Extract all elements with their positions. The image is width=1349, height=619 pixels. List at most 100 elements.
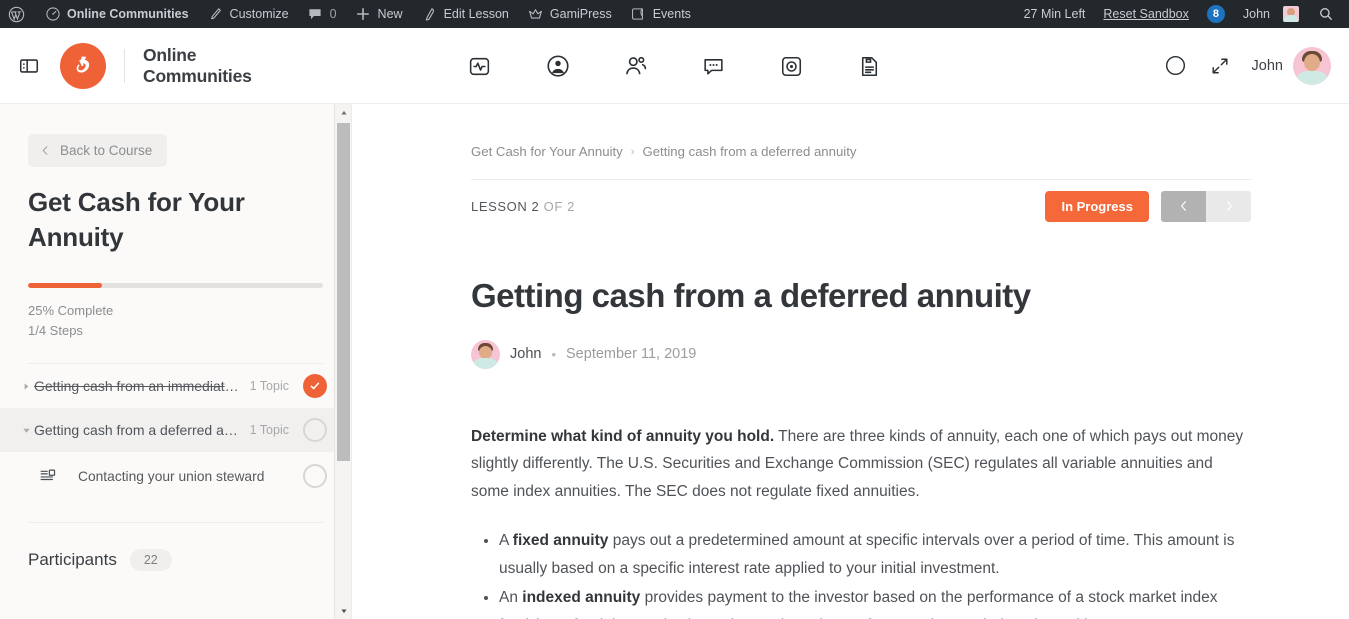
- breadcrumb: Get Cash for Your Annuity › Getting cash…: [471, 104, 1251, 159]
- chevron-right-icon: ›: [630, 145, 635, 158]
- dashboard-gauge-icon: [44, 6, 61, 23]
- notification-count-badge: 8: [1206, 5, 1225, 23]
- list-item-post: pays out a predetermined amount at speci…: [499, 532, 1235, 577]
- admin-bar-gamipress-button[interactable]: GamiPress: [518, 0, 621, 28]
- reset-sandbox-label: Reset Sandbox: [1103, 7, 1189, 21]
- reset-sandbox-button[interactable]: Reset Sandbox: [1094, 0, 1197, 28]
- site-header: Online Communities John: [0, 28, 1349, 104]
- lesson-topic-count: 1 Topic: [249, 423, 289, 438]
- members-group-icon[interactable]: [622, 52, 650, 80]
- sidebar-toggle-icon[interactable]: [16, 53, 42, 79]
- participants-count-badge: 22: [129, 549, 172, 572]
- admin-bar-search-button[interactable]: [1308, 0, 1343, 28]
- next-lesson-button[interactable]: [1206, 190, 1251, 222]
- sidebar-scrollbar[interactable]: [334, 104, 351, 619]
- post-title: Getting cash from a deferred annuity: [471, 277, 1031, 314]
- avatar: [1283, 6, 1299, 22]
- notification-count-button[interactable]: 8: [1198, 0, 1234, 28]
- wordpress-logo-button[interactable]: [0, 0, 35, 28]
- lesson-item-label: Getting cash from a deferred an...: [34, 422, 244, 439]
- post-date: September 11, 2019: [566, 346, 697, 363]
- notification-ring-icon[interactable]: [778, 52, 806, 80]
- post-author[interactable]: John: [510, 346, 541, 362]
- check-circle-icon: [303, 374, 327, 399]
- admin-bar-comment-count: 0: [329, 7, 337, 21]
- progress-track: [28, 283, 323, 289]
- topic-item-contacting-union-steward[interactable]: Contacting your union steward: [0, 452, 351, 501]
- user-circle-icon[interactable]: [544, 52, 572, 80]
- document-icon[interactable]: [856, 52, 884, 80]
- course-sidebar: Back to Course Get Cash for Your Annuity…: [0, 104, 352, 619]
- list-item: A fixed annuity pays out a predetermined…: [499, 527, 1251, 582]
- comment-bubble-icon: [307, 6, 324, 23]
- sandbox-timer: 27 Min Left: [1015, 0, 1095, 28]
- admin-bar-comments-button[interactable]: 0: [298, 0, 346, 28]
- empty-circle-icon: [303, 418, 327, 443]
- brand-name-line1: Online: [143, 45, 197, 66]
- admin-bar-left-group: Online Communities Customize 0 New Edit …: [0, 0, 700, 28]
- admin-bar-customize-label: Customize: [229, 7, 289, 21]
- lesson-paragraph: Determine what kind of annuity you hold.…: [471, 423, 1251, 506]
- lesson-index: LESSON 2 OF 2: [471, 199, 575, 214]
- lesson-index-total: OF 2: [543, 198, 575, 214]
- pencil-icon: [421, 6, 438, 23]
- lesson-item-immediate-annuity[interactable]: Getting cash from an immediate... 1 Topi…: [0, 364, 351, 409]
- avatar: [1293, 46, 1331, 85]
- participants-section[interactable]: Participants 22: [0, 523, 351, 572]
- topic-item-label: Contacting your union steward: [78, 468, 265, 484]
- admin-bar-edit-lesson-label: Edit Lesson: [443, 7, 509, 21]
- lesson-meta-bar: LESSON 2 OF 2 In Progress: [471, 180, 1251, 232]
- avatar[interactable]: [471, 339, 500, 369]
- admin-bar-new-label: New: [377, 7, 403, 21]
- header-user-menu[interactable]: John: [1251, 46, 1331, 85]
- list-item: An indexed annuity provides payment to t…: [499, 584, 1251, 619]
- previous-lesson-button[interactable]: [1161, 190, 1206, 222]
- admin-bar-edit-lesson-button[interactable]: Edit Lesson: [412, 0, 518, 28]
- admin-bar-customize-button[interactable]: Customize: [198, 0, 298, 28]
- lesson-bullet-list: A fixed annuity pays out a predetermined…: [471, 527, 1251, 619]
- progress-percent-label: 25% Complete: [28, 303, 114, 319]
- moon-dark-mode-icon[interactable]: [1164, 54, 1188, 78]
- brand-logo[interactable]: Online Communities: [60, 42, 252, 89]
- brand-name: Online Communities: [143, 45, 252, 86]
- scroll-up-arrow-icon[interactable]: [335, 104, 351, 121]
- list-item-pre: A: [499, 532, 513, 550]
- chat-bubble-icon[interactable]: [700, 52, 728, 80]
- chevron-left-icon: [40, 145, 51, 156]
- header-right-group: John: [1164, 46, 1331, 85]
- meta-separator: •: [551, 346, 557, 362]
- admin-bar-new-button[interactable]: New: [346, 0, 412, 28]
- sidebar-scrollbar-thumb[interactable]: [337, 123, 350, 461]
- status-badge[interactable]: In Progress: [1045, 190, 1149, 222]
- lesson-content-inner: Get Cash for Your Annuity › Getting cash…: [471, 104, 1251, 619]
- wp-admin-bar: Online Communities Customize 0 New Edit …: [0, 0, 1349, 28]
- triangle-right-icon[interactable]: [18, 382, 34, 391]
- page-title: Get Cash for Your Annuity: [28, 187, 245, 252]
- breadcrumb-item-course[interactable]: Get Cash for Your Annuity: [471, 144, 623, 159]
- admin-bar-my-account[interactable]: John: [1234, 0, 1308, 28]
- page-body: Back to Course Get Cash for Your Annuity…: [0, 104, 1349, 619]
- course-sidebar-inner: Back to Course Get Cash for Your Annuity…: [0, 104, 351, 572]
- lesson-topic-count: 1 Topic: [249, 379, 289, 394]
- activity-pulse-icon[interactable]: [466, 52, 494, 80]
- scroll-down-arrow-icon[interactable]: [335, 602, 351, 619]
- search-icon: [1317, 6, 1334, 23]
- lesson-paragraph-lead: Determine what kind of annuity you hold.: [471, 427, 775, 445]
- post-meta: John • September 11, 2019: [471, 339, 1251, 369]
- admin-bar-events-button[interactable]: Events: [621, 0, 700, 28]
- back-to-course-button[interactable]: Back to Course: [28, 134, 168, 167]
- lesson-item-deferred-annuity[interactable]: Getting cash from a deferred an... 1 Top…: [0, 408, 351, 453]
- expand-arrows-icon[interactable]: [1208, 54, 1232, 78]
- breadcrumb-item-lesson[interactable]: Getting cash from a deferred annuity: [642, 144, 856, 159]
- participants-title: Participants: [28, 550, 117, 570]
- paintbrush-icon: [207, 6, 224, 23]
- list-item-bold: fixed annuity: [512, 532, 609, 550]
- header-user-name: John: [1251, 57, 1283, 74]
- triangle-down-icon[interactable]: [18, 426, 34, 435]
- admin-bar-events-label: Events: [652, 7, 691, 21]
- topic-list-icon: [36, 467, 60, 486]
- progress-fill: [28, 283, 102, 289]
- admin-bar-site-name[interactable]: Online Communities: [35, 0, 198, 28]
- lesson-content: Get Cash for Your Annuity › Getting cash…: [352, 104, 1349, 619]
- back-to-course-label: Back to Course: [60, 143, 153, 158]
